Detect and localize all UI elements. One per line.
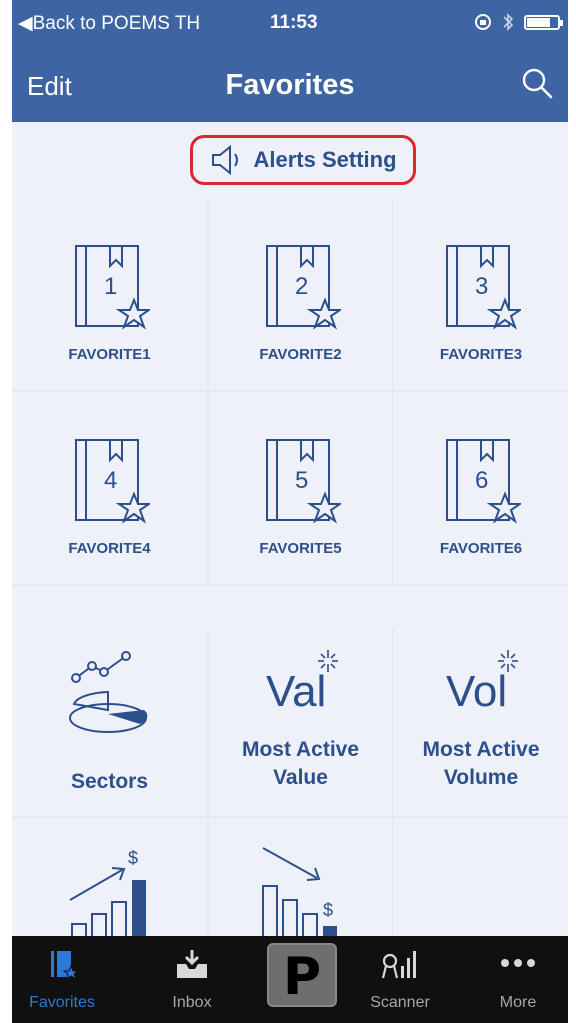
tab-label: Favorites	[29, 994, 95, 1011]
tab-label: Inbox	[172, 994, 212, 1011]
favorite-label: FAVORITE6	[439, 540, 523, 557]
favorite-book-icon: 1	[74, 245, 150, 330]
sectors-chart-icon	[68, 651, 147, 733]
label-line-1: Most Active	[241, 738, 360, 761]
favorites-content: Alerts Setting 1 FAVORITE1 2 FAVORITE2 3…	[12, 122, 568, 942]
top-gainers-tile[interactable]: $	[12, 818, 209, 942]
favorites-grid: 1 FAVORITE1 2 FAVORITE2 3 FAVORITE3 4 FA…	[12, 198, 568, 586]
empty-tile	[394, 818, 568, 942]
app-screen: ◀Back to POEMS TH 11:53 Edit Favorites A…	[12, 0, 568, 1023]
section-divider	[12, 586, 568, 628]
navigation-bar: Edit Favorites	[12, 44, 568, 122]
lock-rotation-icon	[475, 14, 491, 30]
rising-bars-dollar-icon: $	[65, 848, 154, 941]
label-line-2: Value	[273, 766, 328, 789]
tab-more[interactable]: More	[468, 936, 568, 1023]
most-active-volume-label: Most Active Volume	[394, 736, 568, 792]
label-line-2: Volume	[443, 766, 519, 789]
favorite-book-icon: 3	[446, 245, 521, 330]
favorite-book-icon: 2	[265, 245, 341, 330]
market-grid: Sectors Val Most Active Value Vol Most Ac…	[12, 628, 568, 942]
favorite-5-tile[interactable]: 5 FAVORITE5	[209, 392, 394, 586]
favorite-number: 3	[475, 273, 488, 300]
status-bar: ◀Back to POEMS TH 11:53	[12, 0, 568, 44]
favorite-book-icon: 6	[446, 439, 521, 524]
tab-bar: Favorites Inbox P Scanner More	[12, 936, 568, 1023]
bluetooth-icon	[503, 13, 514, 31]
most-active-value-icon: Val	[266, 650, 338, 716]
battery-level	[527, 17, 550, 27]
alerts-setting-label: Alerts Setting	[253, 147, 397, 172]
battery-icon	[524, 14, 563, 30]
favorite-3-tile[interactable]: 3 FAVORITE3	[394, 198, 568, 392]
dollar-sign: $	[323, 900, 333, 920]
favorite-number: 4	[104, 467, 117, 494]
inbox-icon	[177, 950, 207, 978]
more-dots-icon	[501, 959, 535, 967]
favorite-number: 6	[475, 467, 488, 494]
dollar-sign: $	[128, 848, 138, 868]
top-losers-tile[interactable]: $	[209, 818, 394, 942]
most-active-value-tile[interactable]: Val Most Active Value	[209, 628, 394, 818]
back-to-app-link[interactable]: ◀Back to POEMS TH	[18, 12, 200, 35]
favorite-label: FAVORITE1	[68, 346, 151, 363]
tab-poems[interactable]: P	[267, 943, 337, 1007]
most-active-volume-icon: Vol	[446, 650, 518, 716]
favorites-tab-icon	[51, 951, 79, 981]
page-title: Favorites	[225, 69, 355, 101]
speaker-icon	[212, 144, 239, 176]
favorite-label: FAVORITE5	[259, 540, 342, 557]
favorite-number: 5	[295, 467, 308, 494]
sectors-tile[interactable]: Sectors	[12, 628, 209, 818]
tab-favorites[interactable]: Favorites	[12, 936, 112, 1023]
alerts-setting-button[interactable]: Alerts Setting	[190, 135, 416, 185]
search-icon[interactable]	[520, 66, 554, 100]
favorite-number: 2	[295, 273, 308, 300]
status-icons	[474, 12, 563, 32]
poems-p-icon: P	[282, 947, 322, 1007]
volume-icon-text: Vol	[446, 667, 507, 716]
favorite-book-icon: 5	[265, 439, 341, 524]
tab-inbox[interactable]: Inbox	[142, 936, 242, 1023]
favorite-4-tile[interactable]: 4 FAVORITE4	[12, 392, 209, 586]
tab-label: Scanner	[370, 994, 430, 1011]
most-active-volume-tile[interactable]: Vol Most Active Volume	[394, 628, 568, 818]
favorite-book-icon: 4	[74, 439, 150, 524]
favorite-label: FAVORITE4	[68, 540, 151, 557]
status-time: 11:53	[270, 12, 318, 33]
sectors-label: Sectors	[70, 770, 149, 793]
tab-scanner[interactable]: Scanner	[350, 936, 450, 1023]
tab-label: More	[499, 994, 537, 1011]
most-active-value-label: Most Active Value	[209, 736, 392, 792]
favorite-number: 1	[104, 273, 117, 300]
label-line-1: Most Active	[422, 738, 540, 761]
favorite-1-tile[interactable]: 1 FAVORITE1	[12, 198, 209, 392]
falling-bars-dollar-icon: $	[256, 847, 345, 941]
value-icon-text: Val	[266, 667, 326, 716]
scanner-icon	[381, 951, 416, 979]
favorite-6-tile[interactable]: 6 FAVORITE6	[394, 392, 568, 586]
favorite-2-tile[interactable]: 2 FAVORITE2	[209, 198, 394, 392]
favorite-label: FAVORITE2	[259, 346, 342, 363]
favorite-label: FAVORITE3	[439, 346, 523, 363]
